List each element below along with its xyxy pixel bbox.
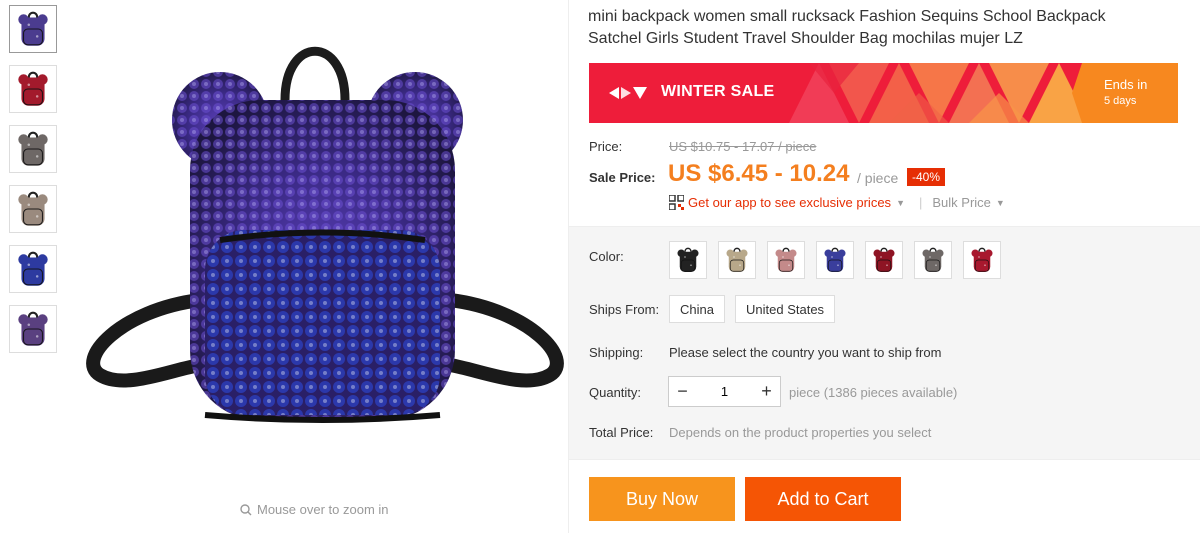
buy-now-button[interactable]: Buy Now — [589, 477, 735, 521]
sale-price: US $6.45 - 10.24 — [668, 160, 850, 187]
thumbnail-thumb-gray[interactable] — [9, 125, 57, 173]
thumbnail-thumb-red[interactable] — [9, 65, 57, 113]
total-price-note: Depends on the product properties you se… — [669, 425, 932, 440]
bulk-price-link[interactable]: Bulk Price — [932, 195, 991, 210]
quantity-stepper: − + — [668, 376, 781, 407]
app-prices-link[interactable]: Get our app to see exclusive prices — [688, 195, 891, 210]
total-price-label: Total Price: — [589, 425, 654, 440]
main-product-image[interactable] — [80, 30, 570, 440]
color-swatch-gold[interactable] — [718, 241, 756, 279]
app-promo-row: Get our app to see exclusive prices ▼ | … — [669, 195, 1005, 210]
winter-sale-banner: WINTER SALE Ends in 5 days — [589, 63, 1178, 123]
color-swatch-black[interactable] — [669, 241, 707, 279]
sale-arrows-icon — [609, 87, 647, 99]
price-label: Price: — [589, 139, 623, 154]
ends-in-label: Ends in — [1104, 77, 1148, 92]
quantity-input[interactable] — [696, 383, 753, 400]
thumbnail-list — [9, 5, 59, 365]
color-label: Color: — [589, 249, 624, 264]
quantity-decrease-button[interactable]: − — [669, 377, 696, 406]
ends-in-days: 5 days — [1104, 95, 1137, 107]
qr-code-icon — [669, 195, 684, 210]
countdown-box: Ends in 5 days — [1082, 63, 1178, 123]
magnifier-icon — [240, 503, 252, 515]
shipping-label: Shipping: — [589, 345, 644, 360]
quantity-increase-button[interactable]: + — [753, 377, 780, 406]
banner-pattern — [789, 63, 1089, 123]
thumbnail-thumb-lifestyle[interactable] — [9, 185, 57, 233]
quantity-label: Quantity: — [589, 385, 642, 400]
thumbnail-thumb-inside[interactable] — [9, 305, 57, 353]
ships-from-label: Ships From: — [589, 302, 660, 317]
color-swatch-red[interactable] — [865, 241, 903, 279]
zoom-hint-text: Mouse over to zoom in — [257, 502, 389, 517]
color-swatch-blue[interactable] — [816, 241, 854, 279]
color-swatch-pink[interactable] — [767, 241, 805, 279]
add-to-cart-button[interactable]: Add to Cart — [745, 477, 901, 521]
divider: | — [918, 195, 923, 210]
color-swatches — [669, 241, 1001, 279]
zoom-hint: Mouse over to zoom in — [240, 502, 389, 517]
discount-badge: -40% — [907, 168, 946, 186]
shipping-message: Please select the country you want to sh… — [669, 345, 942, 360]
quantity-available: piece (1386 pieces available) — [789, 385, 958, 400]
thumbnail-thumb-purple[interactable] — [9, 5, 57, 53]
sale-price-label: Sale Price: — [589, 170, 656, 185]
ships-from-china[interactable]: China — [669, 295, 725, 323]
ships-from-united-states[interactable]: United States — [735, 295, 836, 323]
thumbnail-thumb-detail-blue[interactable] — [9, 245, 57, 293]
per-piece-unit: / piece — [857, 170, 899, 186]
chevron-down-icon[interactable]: ▼ — [996, 198, 1005, 208]
color-swatch-rose[interactable] — [963, 241, 1001, 279]
chevron-down-icon[interactable]: ▼ — [896, 198, 905, 208]
banner-label: WINTER SALE — [661, 83, 775, 100]
original-price: US $10.75 - 17.07 / piece — [669, 139, 817, 154]
color-swatch-gray[interactable] — [914, 241, 952, 279]
product-title: mini backpack women small rucksack Fashi… — [588, 8, 1106, 47]
